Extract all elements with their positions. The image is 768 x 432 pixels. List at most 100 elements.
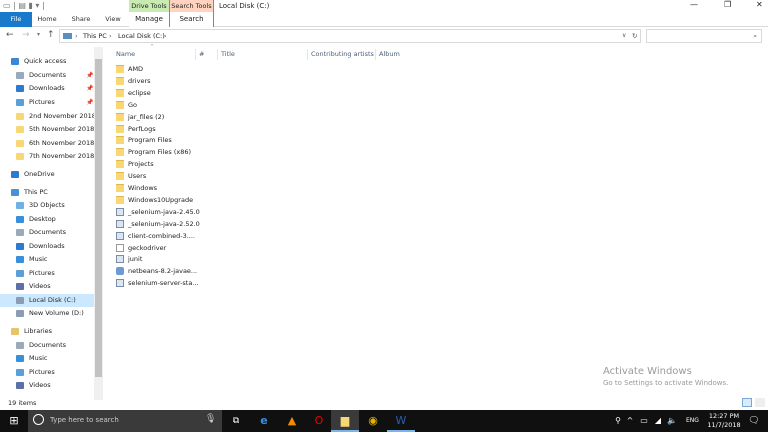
tab-share[interactable]: Share bbox=[64, 12, 98, 27]
documents-icon bbox=[16, 229, 24, 236]
sidebar-item-label: 2nd November 2018 bbox=[29, 112, 96, 120]
column-header[interactable]: Contributing artists bbox=[311, 47, 374, 61]
watermark-title: Activate Windows bbox=[603, 366, 692, 377]
sidebar-item[interactable]: OneDrive bbox=[0, 168, 94, 181]
task-view-button[interactable]: ⧉ bbox=[222, 410, 250, 432]
close-button[interactable]: ✕ bbox=[756, 0, 763, 9]
language-indicator[interactable]: ENG bbox=[686, 417, 699, 424]
microphone-icon[interactable]: 🎙 bbox=[205, 414, 216, 424]
column-divider[interactable] bbox=[307, 49, 308, 60]
file-row[interactable]: Program Files (x86) bbox=[114, 146, 204, 158]
sidebar-item[interactable]: Videos bbox=[0, 379, 94, 392]
sidebar-item[interactable]: Documents bbox=[0, 339, 94, 352]
clock[interactable]: 12:27 PM 11/7/2018 bbox=[706, 412, 742, 429]
column-header[interactable]: # bbox=[199, 47, 204, 61]
chrome-icon[interactable]: ◉ bbox=[359, 410, 387, 432]
sidebar-item[interactable]: 3D Objects bbox=[0, 199, 94, 212]
file-row[interactable]: Users bbox=[114, 170, 204, 182]
sidebar-item-label: Downloads bbox=[29, 242, 65, 250]
file-row[interactable]: Program Files bbox=[114, 134, 204, 146]
sidebar-item[interactable]: Music bbox=[0, 253, 94, 266]
breadcrumb-this-pc[interactable]: This PC bbox=[83, 30, 107, 42]
sidebar-item[interactable]: Local Disk (C:) bbox=[0, 294, 94, 307]
forward-button[interactable]: → bbox=[22, 30, 30, 40]
breadcrumb-local-disk[interactable]: Local Disk (C:) bbox=[118, 30, 165, 42]
sidebar-item[interactable]: Documents 📌 bbox=[0, 69, 94, 82]
sidebar-item[interactable]: Downloads bbox=[0, 240, 94, 253]
network-icon[interactable]: ◢ bbox=[651, 410, 665, 432]
sidebar-item[interactable]: Downloads 📌 bbox=[0, 82, 94, 95]
file-row[interactable]: geckodriver bbox=[114, 242, 204, 254]
up-button[interactable]: ↑ bbox=[47, 30, 55, 40]
music-icon bbox=[16, 256, 24, 263]
folder-icon bbox=[116, 76, 124, 85]
column-divider[interactable] bbox=[217, 49, 218, 60]
search-box[interactable]: ⌕ bbox=[646, 29, 762, 43]
show-hidden-icons[interactable]: ^ bbox=[623, 410, 637, 432]
opera-icon[interactable]: O bbox=[305, 410, 333, 432]
sidebar-item[interactable]: Pictures bbox=[0, 267, 94, 280]
vlc-icon[interactable]: ▲ bbox=[278, 410, 306, 432]
volume-icon[interactable]: 🔈 bbox=[665, 410, 679, 432]
tab-search[interactable]: Search bbox=[170, 12, 213, 27]
minimize-button[interactable]: — bbox=[690, 0, 698, 9]
sidebar-item[interactable]: Desktop bbox=[0, 213, 94, 226]
recent-chevron-icon[interactable]: ▾ bbox=[37, 31, 40, 38]
scrollbar-thumb[interactable] bbox=[95, 59, 102, 377]
sidebar-item[interactable]: 2nd November 2018 bbox=[0, 110, 96, 123]
word-icon[interactable]: W bbox=[387, 410, 415, 432]
nav-scrollbar[interactable] bbox=[94, 47, 103, 400]
sidebar-item[interactable]: 6th November 2018 bbox=[0, 137, 94, 150]
sidebar-item[interactable]: Music bbox=[0, 352, 94, 365]
taskbar-search-box[interactable]: Type here to search 🎙 bbox=[28, 410, 222, 432]
file-row[interactable]: Go bbox=[114, 99, 204, 111]
sidebar-item[interactable]: New Volume (D:) bbox=[0, 307, 94, 320]
file-row[interactable]: _selenium-java-2.52.0 bbox=[114, 218, 204, 230]
file-row[interactable]: _selenium-java-2.45.0 bbox=[114, 206, 204, 218]
battery-icon[interactable]: ▭ bbox=[637, 410, 651, 432]
tab-manage[interactable]: Manage bbox=[129, 12, 169, 27]
tab-view[interactable]: View bbox=[98, 12, 128, 27]
action-center-icon[interactable]: 🗨 bbox=[744, 410, 764, 432]
file-row[interactable]: eclipse bbox=[114, 87, 204, 99]
file-row[interactable]: netbeans-8.2-javae... bbox=[114, 265, 204, 277]
file-row[interactable]: Windows10Upgrade bbox=[114, 194, 204, 206]
file-row[interactable]: Projects bbox=[114, 158, 204, 170]
column-divider[interactable] bbox=[195, 49, 196, 60]
file-row[interactable]: PerfLogs bbox=[114, 123, 204, 135]
column-header[interactable]: Album bbox=[379, 47, 400, 61]
maximize-button[interactable]: ❐ bbox=[724, 0, 731, 9]
tab-home[interactable]: Home bbox=[32, 12, 62, 27]
file-row[interactable]: jar_files (2) bbox=[114, 111, 204, 123]
details-view-button[interactable] bbox=[742, 398, 752, 407]
file-row[interactable]: drivers bbox=[114, 75, 204, 87]
back-button[interactable]: ← bbox=[6, 30, 14, 40]
sidebar-item[interactable]: Documents bbox=[0, 226, 94, 239]
sidebar-item[interactable]: Pictures 📌 bbox=[0, 96, 94, 109]
file-explorer-icon[interactable]: ▆ bbox=[331, 410, 359, 432]
large-icons-view-button[interactable] bbox=[755, 398, 765, 407]
column-header[interactable]: Name bbox=[116, 47, 135, 61]
tab-file[interactable]: File bbox=[0, 12, 32, 27]
sidebar-item[interactable]: Pictures bbox=[0, 366, 94, 379]
column-divider[interactable] bbox=[375, 49, 376, 60]
file-row[interactable]: client-combined-3.... bbox=[114, 230, 204, 242]
sidebar-item[interactable]: Libraries bbox=[0, 325, 94, 338]
file-row[interactable]: junit bbox=[114, 253, 204, 265]
sidebar-item[interactable]: This PC bbox=[0, 186, 94, 199]
file-row[interactable]: AMD bbox=[114, 63, 204, 75]
address-dropdown-icon[interactable]: ∨ bbox=[622, 30, 626, 42]
column-header[interactable]: Title bbox=[221, 47, 235, 61]
sidebar-item[interactable]: 7th November 2018 bbox=[0, 150, 94, 163]
sidebar-item[interactable]: Quick access bbox=[0, 55, 94, 68]
file-row[interactable]: Windows bbox=[114, 182, 204, 194]
sidebar-item[interactable]: 5th November 2018 bbox=[0, 123, 94, 136]
edge-icon[interactable]: e bbox=[250, 410, 278, 432]
address-bar[interactable]: › This PC › Local Disk (C:) › ∨ ↻ bbox=[59, 29, 641, 43]
refresh-icon[interactable]: ↻ bbox=[632, 30, 637, 42]
start-button[interactable]: ⊞ bbox=[0, 410, 28, 432]
file-row[interactable]: selenium-server-sta... bbox=[114, 277, 204, 289]
quick-access-toolbar[interactable]: ▭ | ▤ ▮ ▾ | bbox=[3, 1, 45, 10]
sidebar-item[interactable]: Videos bbox=[0, 280, 94, 293]
search-input[interactable] bbox=[651, 31, 746, 42]
